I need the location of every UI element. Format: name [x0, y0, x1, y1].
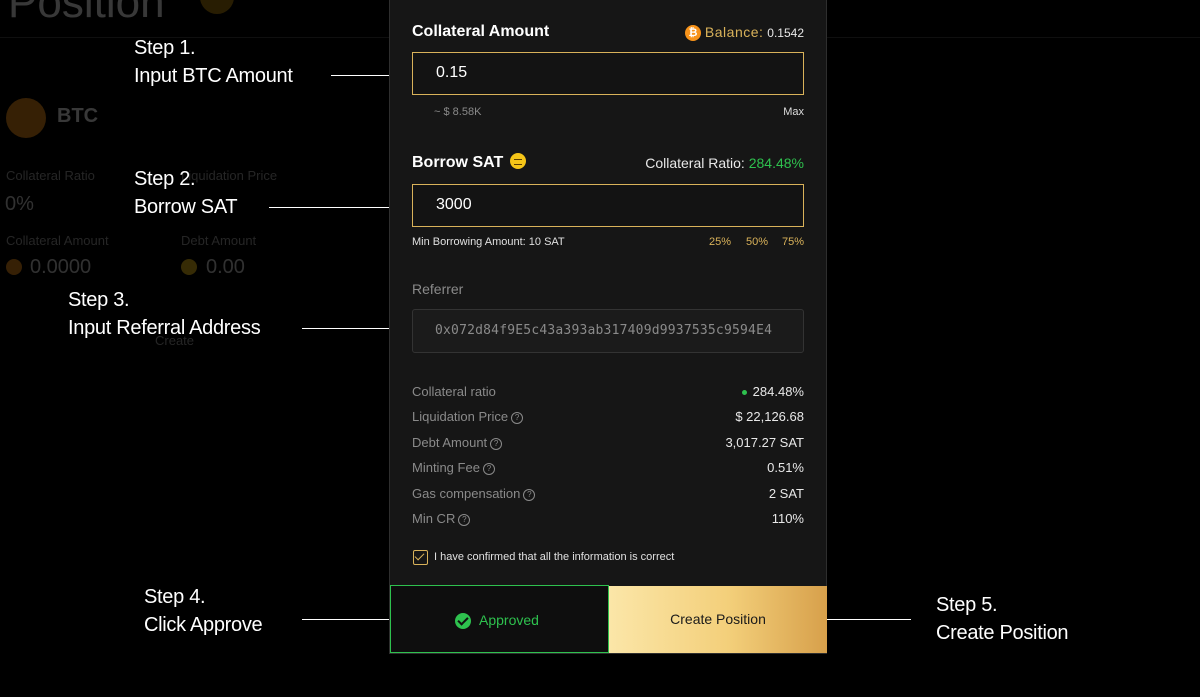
confirm-checkbox[interactable] — [413, 550, 428, 565]
min-borrowing-amount: Min Borrowing Amount: 10 SAT — [412, 236, 565, 248]
create-position-button[interactable]: Create Position — [609, 586, 827, 653]
borrow-input-value: 3000 — [436, 196, 472, 213]
step-2-leader — [269, 207, 392, 208]
collateral-amount-value: 0.0000 — [30, 256, 92, 278]
step-1-label: Step 1. Input BTC Amount — [134, 37, 293, 87]
borrow-collateral-ratio: Collateral Ratio: 284.48% — [645, 155, 804, 171]
summary-value-liquidation-price: $ 22,126.68 — [735, 409, 804, 424]
summary-row-gas-compensation: Gas compensation? — [412, 486, 536, 501]
summary-row-min-cr: Min CR? — [412, 511, 471, 526]
max-button[interactable]: Max — [783, 106, 804, 118]
btc-coin-icon — [685, 25, 702, 42]
btc-coin-icon — [6, 98, 46, 138]
confirm-label: I have confirmed that all the informatio… — [434, 551, 675, 563]
approve-button[interactable]: Approved — [390, 585, 609, 653]
debt-amount-value: 0.00 — [206, 256, 245, 278]
referrer-address-input[interactable]: 0x072d84f9E5c43a393ab317409d9937535c9594… — [412, 309, 804, 353]
step-2-label: Step 2. Borrow SAT — [134, 168, 238, 218]
step-5-leader — [822, 619, 911, 620]
balance-label: Balance: — [704, 24, 764, 40]
debt-amount-label: Debt Amount — [181, 233, 257, 248]
balance-display: Balance: 0.1542 — [685, 24, 804, 42]
create-position-button-label: Create Position — [670, 611, 766, 627]
status-dot-icon — [741, 390, 747, 396]
step-3-label: Step 3. Input Referral Address — [68, 289, 261, 339]
step-3-leader — [302, 328, 392, 329]
collateral-ratio-value: 284.48% — [748, 155, 804, 171]
collateral-ratio-value: 0% — [5, 193, 34, 215]
asset-label: BTC — [57, 105, 99, 127]
step-4-leader — [302, 619, 392, 620]
summary-label-collateral-ratio: Collateral ratio — [412, 384, 496, 399]
btc-coin-icon — [6, 259, 22, 275]
summary-value-debt-amount: 3,017.27 SAT — [725, 435, 804, 450]
summary-row-debt-amount: Debt Amount? — [412, 435, 503, 450]
sat-coin-icon — [181, 259, 197, 275]
summary-row-liquidation-price: Liquidation Price? — [412, 409, 524, 424]
collateral-input-value: 0.15 — [436, 64, 468, 81]
referrer-label: Referrer — [412, 281, 464, 297]
sat-coin-icon — [200, 0, 234, 14]
help-icon[interactable]: ? — [523, 488, 536, 501]
collateral-amount-label: Collateral Amount — [412, 23, 550, 40]
collateral-amount-label: Collateral Amount — [6, 233, 109, 248]
collateral-ratio-label: Collateral Ratio — [6, 168, 95, 183]
page-title: Position — [8, 0, 165, 27]
approve-button-label: Approved — [479, 612, 539, 628]
collateral-usd-value: ~ $ 8.58K — [434, 106, 482, 118]
balance-value: 0.1542 — [767, 26, 804, 40]
summary-value-min-cr: 110% — [771, 511, 804, 526]
summary-value-collateral-ratio: 284.48% — [741, 384, 804, 399]
referrer-address-value: 0x072d84f9E5c43a393ab317409d9937535c9594… — [435, 323, 773, 338]
sat-coin-icon — [509, 152, 526, 169]
help-icon[interactable]: ? — [490, 437, 503, 450]
help-icon[interactable]: ? — [482, 462, 495, 475]
pct-25-button[interactable]: 25% — [709, 236, 731, 248]
step-4-label: Step 4. Click Approve — [144, 586, 263, 636]
help-icon[interactable]: ? — [511, 411, 524, 424]
step-1-leader — [331, 75, 392, 76]
summary-value-minting-fee: 0.51% — [767, 460, 804, 475]
collateral-ratio-label: Collateral Ratio: — [645, 155, 745, 171]
check-circle-icon — [455, 613, 471, 629]
pct-50-button[interactable]: 50% — [746, 236, 768, 248]
help-icon[interactable]: ? — [458, 513, 471, 526]
collateral-amount-input[interactable]: 0.15 — [412, 52, 804, 95]
summary-row-minting-fee: Minting Fee? — [412, 460, 495, 475]
step-5-label: Step 5. Create Position — [936, 594, 1069, 644]
pct-75-button[interactable]: 75% — [782, 236, 804, 248]
summary-value-gas-compensation: 2 SAT — [768, 486, 804, 501]
borrow-amount-input[interactable]: 3000 — [412, 184, 804, 227]
borrow-sat-label: Borrow SAT — [412, 152, 526, 172]
